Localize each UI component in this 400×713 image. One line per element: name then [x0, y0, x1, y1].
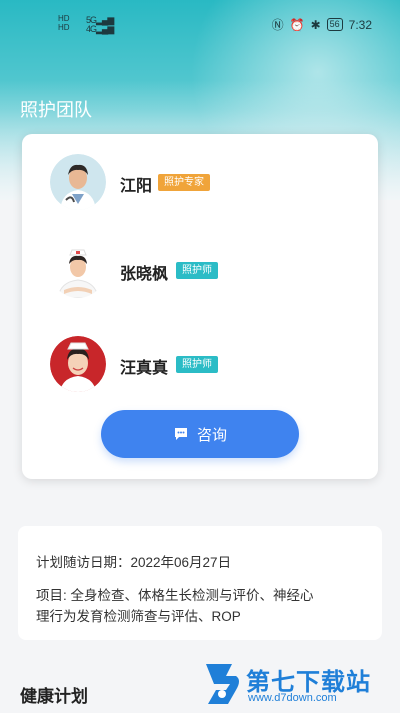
status-right: Ⓝ ⏰ ✱ 56 7:32 [272, 16, 372, 33]
care-team-card: 江阳 照护专家 张晓枫 照护师 汪真真 照护师 咨询 [22, 134, 378, 479]
follow-up-plan-card: 计划随访日期：2022年06月27日 项目: 全身检查、体格生长检测与评价、神经… [18, 526, 382, 640]
plan-items-line-1: 项目: 全身检查、体格生长检测与评价、神经心 [36, 588, 314, 603]
role-badge: 照护师 [176, 262, 218, 279]
battery-icon: 56 [326, 18, 343, 31]
signal-label-2: 4G [86, 24, 97, 34]
health-plan-title: 健康计划 [20, 687, 88, 706]
consult-button[interactable]: 咨询 [101, 410, 299, 458]
team-member[interactable]: 江阳 照护专家 [50, 154, 350, 212]
avatar [50, 242, 106, 298]
avatar [50, 336, 106, 392]
role-badge: 照护专家 [158, 174, 210, 191]
network-indicators: HD HD 5G▂▄▆ 4G▂▄▆ [58, 14, 114, 34]
hd-label-2: HD [58, 23, 70, 32]
avatar [50, 154, 106, 210]
member-name: 江阳 [120, 178, 153, 195]
status-bar: HD HD 5G▂▄▆ 4G▂▄▆ Ⓝ ⏰ ✱ 56 7:32 [0, 10, 400, 36]
chat-icon [174, 428, 187, 440]
role-badge: 照护师 [176, 356, 218, 373]
hd-label-1: HD [58, 14, 70, 23]
signal-icon: 5G▂▄▆ 4G▂▄▆ [86, 15, 114, 34]
visit-date: 计划随访日期：2022年06月27日 [36, 555, 232, 570]
clock: 7:32 [348, 17, 372, 32]
nfc-icon: Ⓝ [271, 18, 284, 32]
watermark-url: www.d7down.com [248, 692, 337, 704]
alarm-icon: ⏰ [289, 17, 305, 32]
watermark: 第七下载站 www.d7down.com [202, 660, 392, 708]
plan-items-line-2: 理行为发育检测筛查与评估、ROP [36, 609, 241, 624]
member-name: 张晓枫 [120, 266, 169, 283]
bluetooth-icon: ✱ [310, 17, 321, 32]
team-member[interactable]: 张晓枫 照护师 [50, 242, 350, 300]
team-member[interactable]: 汪真真 照护师 [50, 336, 350, 394]
page-title: 照护团队 [20, 100, 92, 120]
consult-label: 咨询 [196, 426, 227, 444]
member-name: 汪真真 [120, 360, 169, 377]
